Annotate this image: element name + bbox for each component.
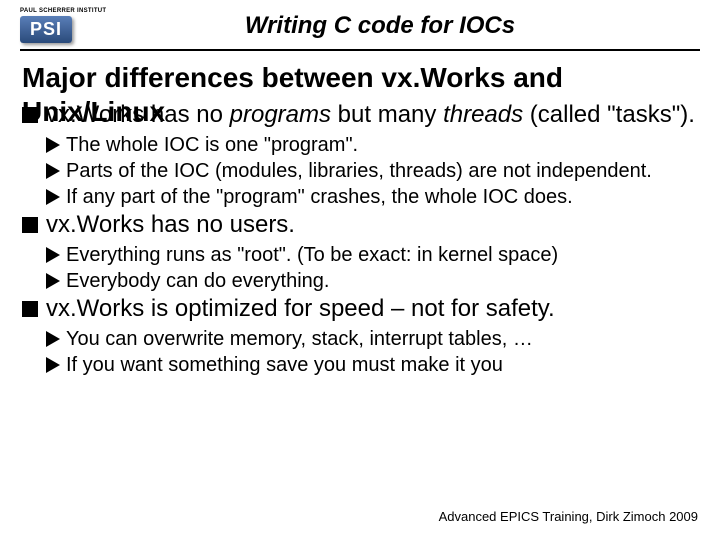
slide-content: Major differences between vx.Works and U… (0, 61, 720, 378)
sub-bullet: Everybody can do everything. (46, 268, 698, 294)
psi-logo: PAUL SCHERRER INSTITUT PSI (20, 8, 120, 43)
triangle-bullet-icon (46, 189, 60, 205)
sub-bullet: If you want something save you must make… (46, 352, 698, 378)
bullet-2: vx.Works has no users. (22, 210, 698, 240)
logo-badge: PSI (20, 16, 72, 43)
b1-em2: threads (443, 101, 523, 128)
triangle-bullet-icon (46, 137, 60, 153)
heading-line1: Major differences between vx.Works and (22, 62, 563, 93)
triangle-bullet-icon (46, 247, 60, 263)
square-bullet-icon (22, 107, 38, 123)
triangle-bullet-icon (46, 331, 60, 347)
sub-bullet: Parts of the IOC (modules, libraries, th… (46, 158, 698, 184)
sub-text: Parts of the IOC (modules, libraries, th… (66, 158, 652, 184)
b1-mid: but many (331, 101, 443, 128)
slide-footer: Advanced EPICS Training, Dirk Zimoch 200… (439, 509, 698, 524)
sub-text: You can overwrite memory, stack, interru… (66, 326, 533, 352)
bullet-3-text: vx.Works is optimized for speed – not fo… (46, 294, 555, 324)
triangle-bullet-icon (46, 273, 60, 289)
triangle-bullet-icon (46, 357, 60, 373)
slide-title: Writing C code for IOCs (120, 12, 700, 40)
sub-bullet: The whole IOC is one "program". (46, 132, 698, 158)
sub-text: If any part of the "program" crashes, th… (66, 184, 573, 210)
b1-em1: programs (230, 101, 331, 128)
bullet-3: vx.Works is optimized for speed – not fo… (22, 294, 698, 324)
b1-pre: vx.Works has no (46, 101, 230, 128)
sub-text: Everybody can do everything. (66, 268, 330, 294)
square-bullet-icon (22, 217, 38, 233)
bullet-2-text: vx.Works has no users. (46, 210, 295, 240)
header-divider (20, 49, 700, 51)
square-bullet-icon (22, 301, 38, 317)
sub-bullet: If any part of the "program" crashes, th… (46, 184, 698, 210)
sub-bullet: Everything runs as "root". (To be exact:… (46, 242, 698, 268)
b1-post: (called "tasks"). (523, 101, 695, 128)
logo-institute-text: PAUL SCHERRER INSTITUT (20, 8, 120, 14)
sub-text: The whole IOC is one "program". (66, 132, 358, 158)
bullet-1: vx.Works has no programs but many thread… (22, 100, 698, 130)
sub-bullet: You can overwrite memory, stack, interru… (46, 326, 698, 352)
triangle-bullet-icon (46, 163, 60, 179)
sub-text: Everything runs as "root". (To be exact:… (66, 242, 558, 268)
sub-text: If you want something save you must make… (66, 352, 503, 378)
bullet-1-text: vx.Works has no programs but many thread… (46, 100, 695, 130)
slide-header: PAUL SCHERRER INSTITUT PSI Writing C cod… (0, 0, 720, 49)
